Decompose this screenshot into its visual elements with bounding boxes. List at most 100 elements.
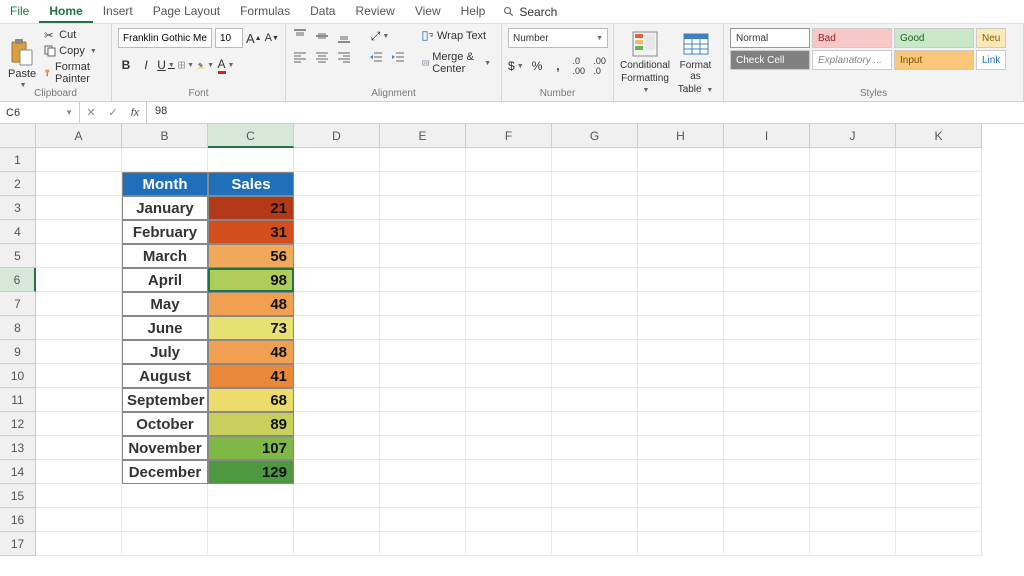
cell[interactable] [724, 460, 810, 484]
cell[interactable]: June [122, 316, 208, 340]
decrease-decimal-icon[interactable]: .00.0 [592, 58, 607, 74]
cell[interactable] [638, 364, 724, 388]
cell[interactable] [466, 436, 552, 460]
cell[interactable] [294, 148, 380, 172]
row-header[interactable]: 2 [0, 172, 36, 196]
cell[interactable] [36, 388, 122, 412]
cell[interactable] [36, 484, 122, 508]
cell[interactable] [896, 412, 982, 436]
cell[interactable] [810, 244, 896, 268]
cell[interactable]: 89 [208, 412, 294, 436]
row-header[interactable]: 3 [0, 196, 36, 220]
cell[interactable] [724, 244, 810, 268]
menu-view[interactable]: View [405, 0, 451, 23]
cell[interactable] [896, 484, 982, 508]
underline-button[interactable]: U▼ [158, 57, 174, 73]
enter-formula-icon[interactable]: ✓ [102, 106, 124, 119]
cell[interactable] [724, 364, 810, 388]
cell[interactable] [380, 364, 466, 388]
row-header[interactable]: 7 [0, 292, 36, 316]
cell[interactable] [638, 148, 724, 172]
cell[interactable]: 21 [208, 196, 294, 220]
cell[interactable] [638, 316, 724, 340]
cell[interactable] [638, 172, 724, 196]
cell[interactable] [466, 220, 552, 244]
font-name-combo[interactable] [118, 28, 212, 48]
merge-center-button[interactable]: Merge & Center ▼ [418, 49, 495, 77]
cell[interactable] [208, 484, 294, 508]
cell[interactable] [810, 268, 896, 292]
cell[interactable] [380, 220, 466, 244]
cell[interactable] [552, 436, 638, 460]
row-header[interactable]: 12 [0, 412, 36, 436]
cut-button[interactable]: ✂ Cut [42, 28, 105, 42]
cell[interactable] [638, 508, 724, 532]
cell[interactable] [552, 412, 638, 436]
cell[interactable] [466, 244, 552, 268]
cell[interactable]: May [122, 292, 208, 316]
cell[interactable] [552, 292, 638, 316]
column-header[interactable]: H [638, 124, 724, 148]
menu-search[interactable]: Search [495, 0, 565, 23]
cell[interactable]: 73 [208, 316, 294, 340]
cell[interactable] [380, 196, 466, 220]
cell[interactable] [552, 148, 638, 172]
cell[interactable] [294, 532, 380, 556]
cell[interactable] [810, 340, 896, 364]
row-header[interactable]: 16 [0, 508, 36, 532]
cell[interactable] [294, 292, 380, 316]
cell[interactable] [810, 220, 896, 244]
cell[interactable] [36, 292, 122, 316]
style-input[interactable]: Input [894, 50, 974, 70]
cell[interactable] [466, 172, 552, 196]
row-header[interactable]: 13 [0, 436, 36, 460]
menu-formulas[interactable]: Formulas [230, 0, 300, 23]
cell[interactable] [36, 364, 122, 388]
cell[interactable] [466, 196, 552, 220]
align-middle-icon[interactable] [314, 28, 330, 44]
menu-page-layout[interactable]: Page Layout [143, 0, 230, 23]
cell[interactable] [724, 340, 810, 364]
cell[interactable] [810, 436, 896, 460]
cell[interactable] [466, 412, 552, 436]
menu-review[interactable]: Review [345, 0, 404, 23]
copy-button[interactable]: Copy ▼ [42, 44, 105, 58]
formula-input[interactable]: 98 [147, 102, 1024, 123]
cell[interactable] [466, 484, 552, 508]
cell[interactable] [638, 460, 724, 484]
cell[interactable] [810, 196, 896, 220]
cell[interactable]: 31 [208, 220, 294, 244]
cell[interactable] [638, 412, 724, 436]
cell[interactable] [724, 388, 810, 412]
increase-indent-icon[interactable] [390, 49, 406, 65]
cell[interactable] [638, 388, 724, 412]
cell[interactable] [896, 460, 982, 484]
cell[interactable] [380, 388, 466, 412]
cell[interactable] [810, 316, 896, 340]
format-as-table-button[interactable]: Format as Table ▼ [674, 28, 717, 99]
menu-file[interactable]: File [0, 0, 39, 23]
cell[interactable] [896, 436, 982, 460]
cell[interactable] [896, 196, 982, 220]
cell[interactable] [36, 220, 122, 244]
cell[interactable] [896, 316, 982, 340]
cell[interactable]: December [122, 460, 208, 484]
cell[interactable] [896, 364, 982, 388]
cell[interactable] [294, 220, 380, 244]
cell[interactable] [36, 436, 122, 460]
column-header[interactable]: F [466, 124, 552, 148]
cell[interactable] [380, 532, 466, 556]
increase-font-icon[interactable]: A▲ [246, 30, 262, 46]
cell[interactable] [122, 484, 208, 508]
align-center-icon[interactable] [314, 49, 330, 65]
cancel-formula-icon[interactable]: ✕ [80, 106, 102, 119]
cell[interactable] [638, 244, 724, 268]
cell[interactable] [466, 460, 552, 484]
row-header[interactable]: 8 [0, 316, 36, 340]
row-header[interactable]: 9 [0, 340, 36, 364]
style-neutral[interactable]: Neu [976, 28, 1006, 48]
number-format-combo[interactable]: Number ▼ [508, 28, 608, 48]
cell[interactable]: 41 [208, 364, 294, 388]
cell[interactable] [810, 508, 896, 532]
row-header[interactable]: 11 [0, 388, 36, 412]
